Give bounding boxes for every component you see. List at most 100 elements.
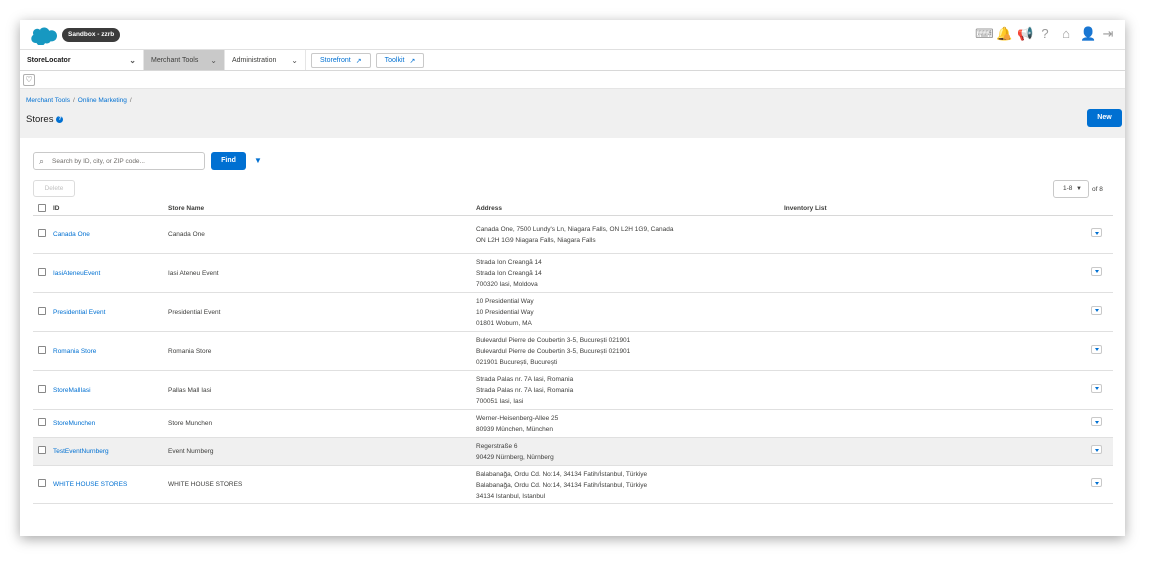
- row-checkbox[interactable]: [38, 306, 46, 315]
- store-name: Iasi Ateneu Event: [168, 269, 219, 277]
- top-icons: ⌨ 🔔 📢 ? ⌂ 👤 ⇥: [975, 27, 1115, 41]
- table-row[interactable]: IasiAteneuEvent Iasi Ateneu Event Strada I…: [33, 254, 1113, 293]
- store-name: Store Munchen: [168, 420, 213, 427]
- row-checkbox[interactable]: [38, 267, 46, 276]
- address-line: ON L2H 1G9 Niagara Falls, Niagara Falls: [476, 237, 596, 244]
- breadcrumb-separator: /: [129, 97, 132, 104]
- tab-administration[interactable]: Administration ⌄: [225, 50, 306, 70]
- column-header-store-name[interactable]: Store Name: [168, 205, 204, 212]
- row-checkbox[interactable]: [38, 418, 46, 426]
- breadcrumb-merchant-tools[interactable]: Merchant Tools: [26, 97, 70, 104]
- row-checkbox[interactable]: [38, 229, 46, 237]
- row-checkbox[interactable]: [38, 345, 46, 354]
- select-all-checkbox[interactable]: [38, 204, 46, 212]
- address-line: 10 Presidential Way: [476, 298, 534, 305]
- address-line: Strada Palas nr. 7A Iasi, Romania: [476, 387, 574, 394]
- table-row[interactable]: Presidential Event Presidential Event 10 P…: [33, 293, 1113, 332]
- page-range-value: 1-8: [1063, 185, 1073, 192]
- store-address: Balabanağa, Ordu Cd. No:14, 34134 Fatih/…: [476, 469, 647, 502]
- store-name: WHITE HOUSE STORES: [168, 481, 243, 488]
- table-row[interactable]: StoreMallIasi Pallas Mall Iasi Strada Pala…: [33, 371, 1113, 410]
- home-icon[interactable]: ⌂: [1059, 27, 1073, 41]
- breadcrumb-online-marketing[interactable]: Online Marketing: [78, 97, 127, 104]
- store-name: Romania Store: [168, 347, 212, 355]
- pin-row: ♡: [20, 71, 1125, 89]
- user-icon[interactable]: 👤: [1080, 27, 1096, 41]
- row-checkbox[interactable]: [38, 384, 46, 393]
- stores-table: ID Store Name Address Inventory List Can…: [33, 202, 1113, 504]
- search-box: ⌕: [33, 152, 205, 170]
- column-header-id[interactable]: ID: [53, 205, 60, 212]
- column-header-inventory-list[interactable]: Inventory List: [784, 205, 827, 212]
- page-title-text: Stores: [26, 114, 54, 125]
- row-actions-dropdown[interactable]: [1091, 344, 1102, 354]
- table-row[interactable]: Romania Store Romania Store Bulevardul Pie…: [33, 332, 1113, 371]
- keyboard-icon[interactable]: ⌨: [975, 27, 994, 41]
- store-id-link[interactable]: IasiAteneuEvent: [53, 268, 100, 279]
- delete-button[interactable]: Delete: [33, 180, 75, 197]
- address-line: Bulevardul Pierre de Coubertin 3-5, Bucu…: [476, 348, 631, 355]
- app-window: Sandbox - zzrb ⌨ 🔔 📢 ? ⌂ 👤 ⇥ StoreLocato…: [20, 20, 1125, 536]
- row-actions-dropdown[interactable]: [1091, 305, 1102, 315]
- table-row[interactable]: Canada One Canada One Canada One, 7500 Lun…: [33, 216, 1113, 254]
- page-range-select[interactable]: 1-8 ▼: [1053, 180, 1089, 198]
- find-button[interactable]: Find: [211, 152, 246, 170]
- help-icon[interactable]: ?: [1038, 27, 1052, 41]
- store-id-link[interactable]: Romania Store: [53, 346, 96, 357]
- table-row[interactable]: StoreMunchen Store Munchen Werner-Heisenbe…: [33, 410, 1113, 438]
- address-line: Balabanağa, Ordu Cd. No:14, 34134 Fatih/…: [476, 481, 648, 489]
- row-actions-dropdown[interactable]: [1091, 417, 1102, 426]
- notifications-icon[interactable]: 🔔: [996, 27, 1012, 41]
- store-address: Werner-Heisenberg-Allee 25 80939 München,…: [476, 413, 558, 435]
- tab-administration-label: Administration: [232, 56, 277, 64]
- row-checkbox[interactable]: [38, 446, 46, 454]
- address-line: 34134 Istanbul, Istanbul: [476, 492, 546, 500]
- table-row[interactable]: TestEventNurnberg Event Nurnberg Regerstra…: [33, 438, 1113, 466]
- help-icon[interactable]: ?: [56, 116, 64, 123]
- salesforce-logo[interactable]: [29, 26, 57, 45]
- address-line: Strada Ion Creangă 14: [476, 259, 542, 266]
- new-button[interactable]: New: [1087, 109, 1122, 127]
- address-line: 021901 București, București: [476, 359, 558, 366]
- search-icon: ⌕: [39, 156, 45, 166]
- toolkit-button[interactable]: Toolkit ↗: [375, 53, 425, 68]
- pin-icon[interactable]: ♡: [23, 74, 35, 86]
- storefront-label: Storefront: [320, 57, 351, 64]
- store-id-link[interactable]: StoreMunchen: [53, 418, 95, 429]
- toolkit-label: Toolkit: [384, 57, 405, 64]
- address-line: Canada One, 7500 Lundy's Ln, Niagara Fal…: [476, 226, 674, 233]
- external-link-icon: ↗: [355, 57, 362, 65]
- address-line: Bulevardul Pierre de Coubertin 3-5, Bucu…: [476, 337, 631, 344]
- row-actions-dropdown[interactable]: [1091, 228, 1102, 237]
- row-actions-dropdown[interactable]: [1091, 445, 1102, 454]
- filter-icon[interactable]: ▼: [254, 156, 262, 165]
- row-checkbox[interactable]: [38, 479, 46, 487]
- chevron-down-icon: ⌄: [210, 55, 217, 65]
- logout-icon[interactable]: ⇥: [1101, 27, 1115, 41]
- storefront-button[interactable]: Storefront ↗: [311, 53, 371, 68]
- store-name: Pallas Mall Iasi: [168, 386, 212, 394]
- store-id-link[interactable]: StoreMallIasi: [53, 385, 91, 396]
- store-address: 10 Presidential Way 10 Presidential Way 01…: [476, 296, 534, 329]
- store-id-link[interactable]: TestEventNurnberg: [53, 446, 109, 457]
- row-actions-dropdown[interactable]: [1091, 478, 1102, 487]
- row-actions-dropdown[interactable]: [1091, 266, 1102, 276]
- store-name: Canada One: [168, 231, 205, 238]
- address-line: 10 Presidential Way: [476, 309, 534, 316]
- store-id-link[interactable]: WHITE HOUSE STORES: [53, 479, 127, 490]
- page-header: Merchant Tools / Online Marketing / Stores?…: [20, 89, 1125, 138]
- table-row[interactable]: WHITE HOUSE STORES WHITE HOUSE STORES Bala…: [33, 466, 1113, 504]
- site-selector[interactable]: StoreLocator ⌄: [20, 50, 144, 70]
- tab-merchant-tools[interactable]: Merchant Tools ⌄: [144, 50, 225, 70]
- store-id-link[interactable]: Presidential Event: [53, 307, 105, 318]
- breadcrumb: Merchant Tools / Online Marketing /: [26, 97, 135, 104]
- announcement-icon[interactable]: 📢: [1017, 27, 1033, 41]
- store-address: Regerstraße 6 90429 Nürnberg, Nürnberg: [476, 441, 554, 463]
- address-line: 90429 Nürnberg, Nürnberg: [476, 454, 554, 461]
- store-name: Presidential Event: [168, 308, 221, 316]
- store-id-link[interactable]: Canada One: [53, 229, 90, 240]
- column-header-address[interactable]: Address: [476, 205, 502, 212]
- sandbox-badge: Sandbox - zzrb: [62, 28, 121, 42]
- row-actions-dropdown[interactable]: [1091, 383, 1102, 393]
- search-input[interactable]: [52, 155, 202, 167]
